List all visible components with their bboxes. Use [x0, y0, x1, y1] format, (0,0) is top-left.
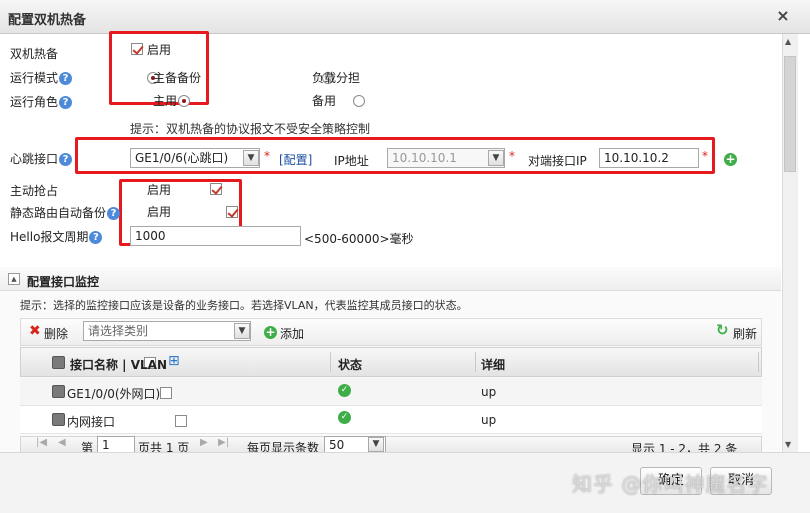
delete-button[interactable]: 删除 — [44, 325, 68, 342]
configure-link[interactable]: [配置] — [279, 151, 312, 168]
ha-enable-label: 启用 — [147, 43, 172, 57]
add-button[interactable]: 添加 — [280, 325, 304, 342]
hello-period-input[interactable]: 1000 — [130, 226, 301, 246]
role-master-radio[interactable] — [178, 94, 191, 107]
heartbeat-interface-select[interactable]: GE1/0/6(心跳口) — [130, 148, 260, 168]
help-icon[interactable]: ? — [59, 153, 73, 166]
column-status[interactable]: 状态 — [338, 356, 362, 373]
status-ok-icon: ✓ — [338, 384, 351, 397]
help-icon[interactable]: ? — [107, 207, 121, 220]
heartbeat-label: 心跳接口? — [10, 150, 73, 167]
role-backup-radio[interactable] — [353, 94, 366, 107]
required-mark: * — [509, 149, 515, 163]
interface-monitor-hint: 提示：选择的监控接口应该是设备的业务接口。若选择VLAN，代表监控其成员接口的状… — [20, 299, 468, 312]
static-route-enable-checkbox[interactable] — [225, 205, 238, 218]
close-icon[interactable]: × — [774, 6, 792, 26]
hello-period-label: Hello报文周期? — [10, 228, 103, 245]
role-master-label: 主用 — [153, 94, 178, 108]
refresh-button[interactable]: 刷新 — [733, 325, 757, 342]
scroll-up-arrow-icon[interactable]: ▲ — [785, 37, 791, 46]
hello-period-range: <500-60000>毫秒 — [304, 232, 414, 246]
required-mark: * — [264, 149, 270, 163]
column-divider — [475, 352, 476, 372]
preempt-enable-checkbox[interactable] — [210, 182, 223, 195]
table-icon — [52, 356, 65, 369]
network-icon: ⊞ — [168, 353, 180, 369]
static-route-enable-label: 启用 — [147, 205, 172, 219]
collapse-icon[interactable]: ▲ — [8, 273, 20, 285]
last-page-icon[interactable]: ▶| — [218, 437, 229, 448]
table-icon — [52, 413, 65, 426]
mode-active-standby-label: 主备备份 — [153, 71, 202, 85]
column-detail[interactable]: 详细 — [481, 356, 505, 373]
prev-page-icon[interactable]: ◀ — [58, 437, 66, 448]
watermark: 知乎 @你叫神魔名字 — [572, 472, 769, 496]
row-detail: up — [481, 385, 497, 399]
first-page-icon[interactable]: |◀ — [36, 437, 47, 448]
row-interface-name: GE1/0/0(外网口) — [67, 387, 161, 401]
role-backup-label: 备用 — [312, 94, 337, 108]
add-icon[interactable]: + — [724, 153, 737, 166]
table-icon — [52, 385, 65, 398]
column-divider — [330, 352, 331, 372]
chevron-down-icon[interactable]: ▼ — [368, 437, 384, 452]
row-checkbox[interactable] — [159, 386, 172, 399]
row-interface-name: 内网接口 — [67, 415, 116, 429]
category-select[interactable]: 请选择类别 — [83, 321, 251, 341]
row-detail: up — [481, 413, 497, 427]
status-ok-icon: ✓ — [338, 411, 351, 424]
help-icon[interactable]: ? — [59, 72, 73, 85]
role-label: 运行角色? — [10, 93, 73, 110]
chevron-down-icon[interactable]: ▼ — [488, 150, 504, 166]
chevron-down-icon[interactable]: ▼ — [234, 323, 250, 339]
scroll-down-arrow-icon[interactable]: ▼ — [785, 440, 791, 449]
peer-ip-input[interactable]: 10.10.10.2 — [599, 148, 699, 168]
static-route-label: 静态路由自动备份? — [10, 204, 121, 221]
dialog-titlebar — [0, 0, 810, 34]
scrollbar-thumb[interactable] — [784, 56, 796, 172]
interface-monitor-header[interactable] — [0, 267, 781, 291]
table-row[interactable] — [20, 406, 762, 434]
help-icon[interactable]: ? — [59, 96, 73, 109]
ha-enable-checkbox[interactable] — [131, 42, 143, 55]
ha-hint-text: 提示：双机热备的协议报文不受安全策略控制 — [130, 122, 371, 136]
ha-label: 双机热备 — [10, 47, 59, 61]
row-checkbox[interactable] — [175, 414, 188, 427]
required-mark: * — [702, 149, 708, 163]
chevron-down-icon[interactable]: ▼ — [243, 150, 259, 166]
refresh-icon[interactable]: ↻ — [716, 321, 729, 339]
add-icon[interactable]: + — [264, 326, 277, 339]
next-page-icon[interactable]: ▶ — [200, 437, 208, 448]
dialog-title: 配置双机热备 — [8, 13, 87, 28]
interface-monitor-title: 配置接口监控 — [27, 275, 100, 289]
peer-ip-label: 对端接口IP — [528, 154, 587, 168]
ip-address-label: IP地址 — [334, 154, 369, 168]
preempt-label: 主动抢占 — [10, 184, 59, 198]
column-interface-name[interactable]: 接口名称 | VLAN — [70, 356, 167, 373]
column-divider — [758, 352, 759, 372]
mode-label: 运行模式? — [10, 69, 73, 86]
preempt-enable-label: 启用 — [147, 183, 172, 197]
delete-icon[interactable]: ✖ — [29, 323, 41, 339]
mode-load-balance-label: 负载分担 — [312, 71, 361, 85]
help-icon[interactable]: ? — [89, 231, 103, 244]
